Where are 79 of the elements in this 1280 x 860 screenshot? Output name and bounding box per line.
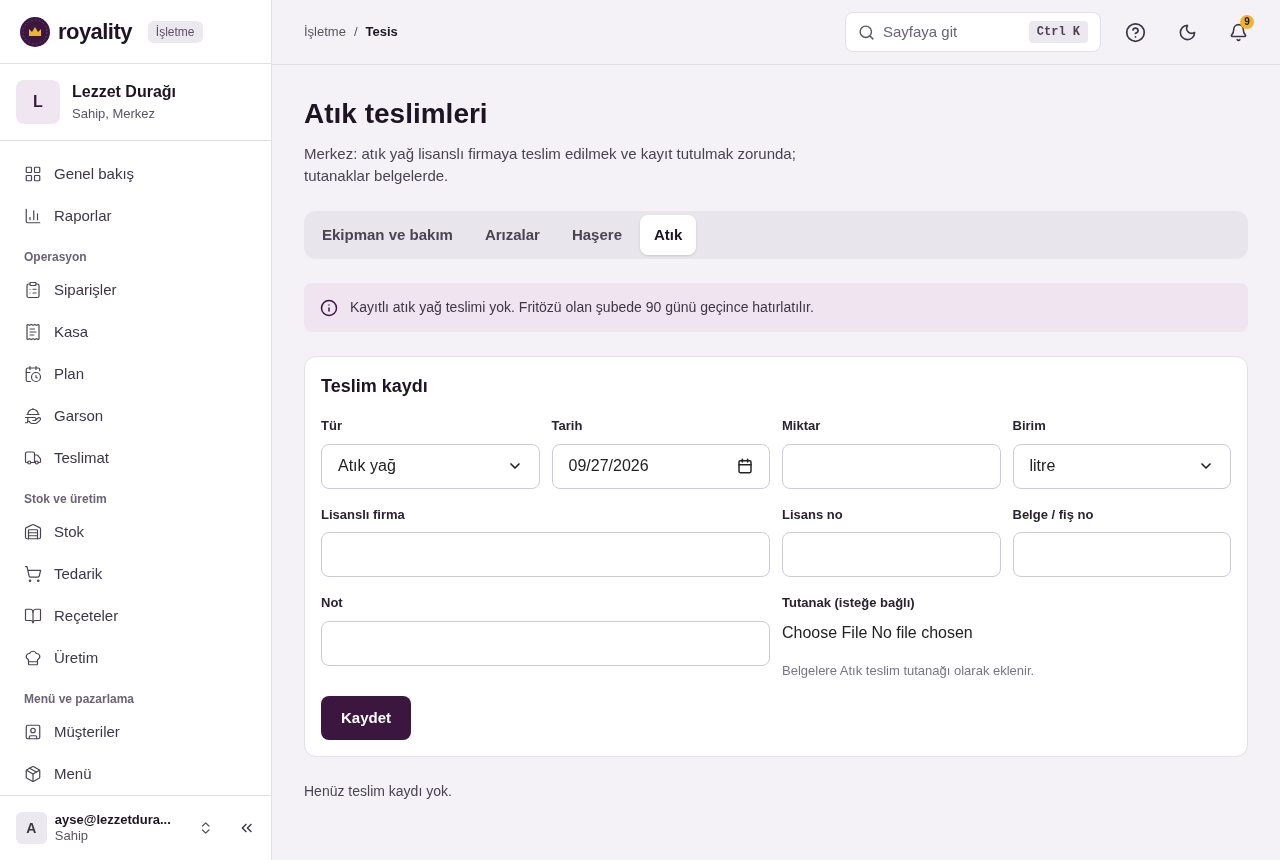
search-field[interactable]: Sayfaya git Ctrl K (845, 12, 1101, 52)
input-field[interactable] (321, 620, 770, 666)
sidebar-item[interactable]: Tedarik (8, 553, 263, 595)
grid-icon (24, 165, 42, 183)
date-field[interactable]: 09/27/2026 (551, 443, 770, 489)
crown-logo-icon (20, 16, 50, 47)
brand-badge: İşletme (147, 20, 203, 43)
empty-message: Henüz teslim kaydı yok. (304, 782, 453, 801)
tab[interactable]: Arızalar (470, 215, 554, 255)
field-label: Lisanslı firma (321, 505, 406, 524)
choose-file-button[interactable]: Choose File (782, 620, 868, 645)
sidebar-item[interactable]: Reçeteler (8, 595, 263, 637)
input-field[interactable] (782, 443, 1001, 489)
warehouse-icon (24, 523, 42, 541)
save-button[interactable]: Kaydet (321, 696, 412, 740)
calendar-icon (737, 458, 753, 474)
page-description: Merkez: atık yağ lisanslı firmaya teslim edilmek ve kayıt tutulmak zorunda; tutanaklar belgelerde. (304, 144, 797, 186)
dropdown[interactable]: Atık yağ (321, 443, 540, 489)
tab[interactable]: Ekipman ve bakım (308, 215, 467, 255)
field-label: Tür (321, 417, 343, 435)
user-role: Sahip (54, 828, 90, 845)
truck-icon (24, 449, 42, 467)
chef-hat-icon (24, 649, 42, 667)
field-label: Tarih (551, 417, 584, 435)
breadcrumb-separator: / (353, 23, 358, 42)
field-label: Belge / fiş no (1012, 505, 1095, 524)
shortcut-key: Ctrl K (1028, 21, 1088, 43)
calendar-clock-icon (24, 365, 42, 383)
input-field[interactable] (321, 532, 770, 577)
sidebar-item[interactable]: Kasa (8, 311, 263, 353)
platter-icon (24, 407, 42, 425)
brand-name: royality (58, 18, 132, 46)
sidebar-item[interactable]: Raporlar (8, 195, 263, 237)
sidebar-item[interactable]: Menü (8, 753, 263, 795)
help-icon[interactable] (1125, 21, 1146, 43)
field-label: Tutanak (isteğe bağlı) (782, 594, 916, 612)
nav-section-label: Operasyon (24, 249, 87, 266)
info-icon (320, 298, 338, 317)
bar-chart-icon (24, 207, 42, 225)
field-label: Lisans no (782, 505, 844, 524)
dropdown[interactable]: litre (1012, 443, 1231, 489)
field-label: Miktar (782, 417, 822, 435)
sidebar-item[interactable]: Genel bakış (8, 153, 263, 195)
field-label: Not (321, 594, 344, 612)
file-status: No file chosen (871, 622, 973, 643)
nav-section-label: Stok ve üretim (24, 491, 107, 508)
input-field[interactable] (782, 532, 1001, 577)
field-label: Birim (1012, 417, 1047, 435)
sidebar-item[interactable]: Siparişler (8, 269, 263, 311)
page-title: Atık teslimleri (304, 97, 489, 131)
contact-icon (24, 723, 42, 741)
sidebar-item[interactable]: Üretim (8, 637, 263, 679)
user-email: ayse@lezzetdura... (54, 811, 171, 828)
sidebar-item[interactable]: Stok (8, 511, 263, 553)
tab[interactable]: Atık (640, 215, 697, 255)
breadcrumb-link[interactable]: İşletme (304, 22, 346, 42)
field-hint: Belgelere Atık teslim tutanağı olarak eklenir. (782, 661, 1036, 680)
info-text: Kayıtlı atık yağ teslimi yok. Fritözü olan şubede 90 günü geçince hatırlatılır. (350, 298, 814, 317)
sidebar-item[interactable]: Müşteriler (8, 711, 263, 753)
input-field[interactable] (1012, 532, 1231, 577)
moon-icon[interactable] (1178, 22, 1197, 42)
sidebar-item[interactable]: Teslimat (8, 437, 263, 479)
notification-count: 9 (1240, 14, 1254, 29)
business-avatar: L (16, 80, 60, 124)
package-icon (24, 765, 42, 783)
breadcrumb-current[interactable]: Tesis (365, 22, 398, 42)
form-title: Teslim kaydı (321, 375, 429, 398)
cart-icon (24, 565, 42, 583)
sidebar-item[interactable]: Plan (8, 353, 263, 395)
clipboard-icon (24, 281, 42, 299)
search-icon (858, 23, 875, 41)
book-icon (24, 607, 42, 625)
business-role: Sahip, Merkez (72, 105, 157, 124)
sidebar-item[interactable]: Garson (8, 395, 263, 437)
receipt-icon (24, 323, 42, 341)
nav-section-label: Menü ve pazarlama (24, 691, 135, 708)
user-avatar: A (16, 812, 47, 844)
business-name: Lezzet Durağı (72, 82, 176, 103)
tab[interactable]: Haşere (557, 215, 636, 255)
